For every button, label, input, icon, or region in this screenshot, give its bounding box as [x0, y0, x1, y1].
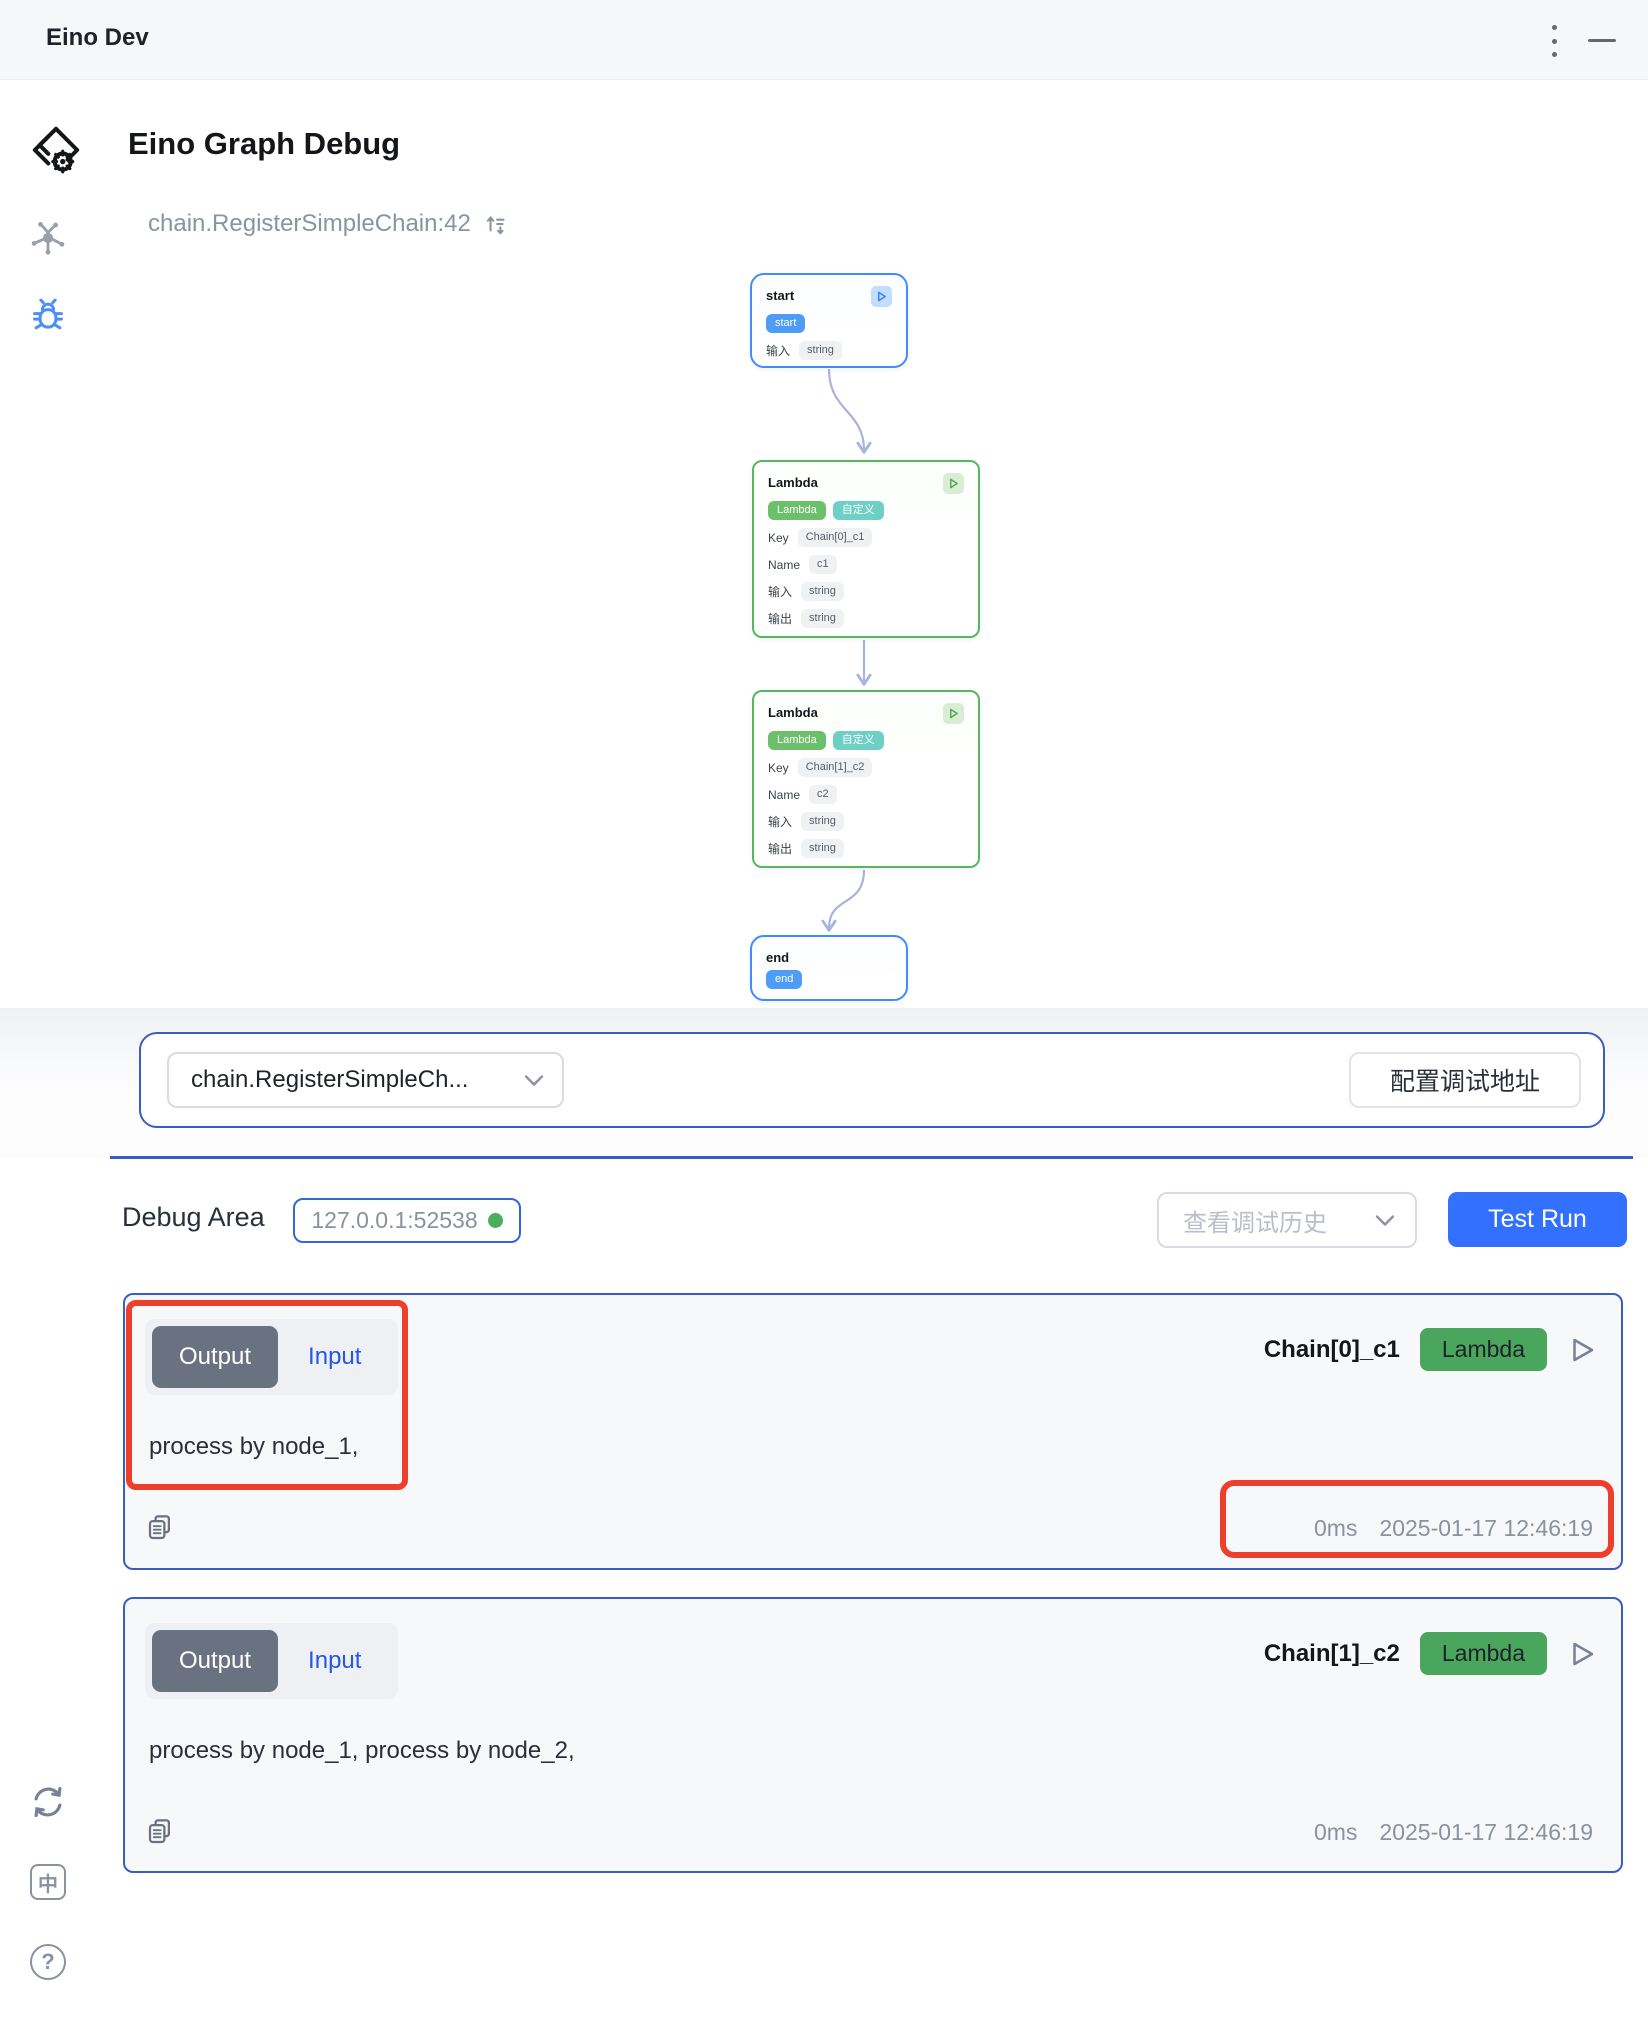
timestamp-text: 2025-01-17 12:46:19	[1379, 1819, 1593, 1846]
field-label: Name	[768, 558, 800, 572]
field-value: string	[801, 812, 844, 831]
tab-output[interactable]: Output	[152, 1326, 278, 1388]
copy-icon[interactable]	[145, 1817, 175, 1847]
io-type-badge: string	[799, 341, 842, 360]
configure-debug-address-button[interactable]: 配置调试地址	[1349, 1052, 1581, 1108]
field-label: 输入	[768, 583, 792, 600]
chevron-down-icon	[524, 1074, 544, 1087]
timestamp-text: 2025-01-17 12:46:19	[1379, 1515, 1593, 1542]
result-node-key: Chain[1]_c2	[1264, 1640, 1400, 1668]
play-icon[interactable]	[1567, 1335, 1597, 1365]
result-card-c2: Output Input Chain[1]_c2 Lambda process …	[123, 1597, 1623, 1873]
debug-address-badge[interactable]: 127.0.0.1:52538	[293, 1198, 521, 1243]
result-node-type-badge: Lambda	[1420, 1328, 1547, 1371]
node-type-badge: end	[766, 970, 802, 989]
copy-icon[interactable]	[145, 1513, 175, 1543]
field-label: Key	[768, 531, 789, 545]
run-node-icon[interactable]	[871, 286, 892, 307]
configure-debug-address-label: 配置调试地址	[1390, 1062, 1540, 1098]
run-node-icon[interactable]	[943, 703, 964, 724]
debug-history-placeholder: 查看调试历史	[1183, 1203, 1327, 1238]
graph-select-value: chain.RegisterSimpleCh...	[191, 1066, 468, 1094]
result-meta: 0ms 2025-01-17 12:46:19	[1314, 1515, 1593, 1542]
result-output-text: process by node_1, process by node_2,	[149, 1737, 575, 1765]
app-title: Eino Dev	[46, 24, 149, 52]
tab-input[interactable]: Input	[278, 1630, 391, 1692]
run-node-icon[interactable]	[943, 473, 964, 494]
duration-text: 0ms	[1314, 1819, 1357, 1846]
language-icon[interactable]: 中	[28, 1862, 68, 1902]
custom-badge: 自定义	[833, 501, 884, 520]
result-node-key: Chain[0]_c1	[1264, 1336, 1400, 1364]
field-label: 输出	[768, 840, 792, 857]
more-menu-icon[interactable]	[1547, 25, 1561, 57]
help-icon[interactable]: ?	[28, 1942, 68, 1982]
field-value: c1	[809, 555, 837, 574]
title-bar: Eino Dev	[0, 0, 1648, 80]
eino-logo-icon[interactable]	[30, 124, 82, 176]
output-input-tabs: Output Input	[145, 1623, 398, 1699]
debug-bug-icon[interactable]	[28, 296, 68, 336]
field-value: Chain[1]_c2	[798, 758, 873, 777]
result-node-type-badge: Lambda	[1420, 1632, 1547, 1675]
graph-view-icon[interactable]	[28, 218, 68, 258]
field-value: Chain[0]_c1	[798, 528, 873, 547]
field-label: Key	[768, 761, 789, 775]
page-title: Eino Graph Debug	[128, 126, 400, 162]
node-title: start	[766, 288, 794, 303]
tab-output[interactable]: Output	[152, 1630, 278, 1692]
connected-status-dot	[488, 1213, 503, 1228]
node-type-badge: Lambda	[768, 501, 826, 520]
eino-dev-window: Eino Dev	[0, 0, 1648, 2028]
sort-icon[interactable]	[483, 211, 509, 237]
graph-node-lambda-c1[interactable]: Lambda Lambda 自定义 KeyChain[0]_c1 Namec1 …	[752, 460, 980, 638]
graph-node-lambda-c2[interactable]: Lambda Lambda 自定义 KeyChain[1]_c2 Namec2 …	[752, 690, 980, 868]
field-label: 输出	[768, 610, 792, 627]
play-icon[interactable]	[1567, 1639, 1597, 1669]
help-glyph: ?	[41, 1949, 54, 1975]
breadcrumb: chain.RegisterSimpleChain:42	[148, 210, 509, 238]
result-meta: 0ms 2025-01-17 12:46:19	[1314, 1819, 1593, 1846]
field-label: Name	[768, 788, 800, 802]
node-title: end	[766, 950, 789, 965]
language-glyph: 中	[38, 1868, 58, 1897]
test-run-button[interactable]: Test Run	[1448, 1192, 1627, 1247]
debug-address-text: 127.0.0.1:52538	[311, 1207, 477, 1234]
field-value: string	[801, 582, 844, 601]
duration-text: 0ms	[1314, 1515, 1357, 1542]
field-value: c2	[809, 785, 837, 804]
field-label: 输入	[768, 813, 792, 830]
graph-select[interactable]: chain.RegisterSimpleCh...	[167, 1052, 564, 1108]
field-value: string	[801, 839, 844, 858]
field-value: string	[801, 609, 844, 628]
custom-badge: 自定义	[833, 731, 884, 750]
graph-toolbar: chain.RegisterSimpleCh... 配置调试地址	[139, 1032, 1605, 1128]
node-title: Lambda	[768, 705, 818, 720]
debug-area-label: Debug Area	[122, 1202, 265, 1233]
graph-location-text: chain.RegisterSimpleChain:42	[148, 210, 471, 238]
graph-node-start[interactable]: start start 输入 string	[750, 273, 908, 368]
io-label: 输入	[766, 342, 790, 359]
debug-history-select[interactable]: 查看调试历史	[1157, 1192, 1417, 1248]
refresh-icon[interactable]	[28, 1782, 68, 1822]
node-title: Lambda	[768, 475, 818, 490]
node-type-badge: start	[766, 314, 805, 333]
tab-input[interactable]: Input	[278, 1326, 391, 1388]
section-divider	[110, 1156, 1633, 1159]
test-run-label: Test Run	[1488, 1205, 1587, 1234]
node-type-badge: Lambda	[768, 731, 826, 750]
minimize-icon[interactable]	[1588, 39, 1616, 42]
graph-node-end[interactable]: end end	[750, 935, 908, 1001]
result-card-c1: Output Input Chain[0]_c1 Lambda process …	[123, 1293, 1623, 1570]
output-input-tabs: Output Input	[145, 1319, 398, 1395]
result-output-text: process by node_1,	[149, 1433, 358, 1461]
chevron-down-icon	[1375, 1214, 1395, 1227]
